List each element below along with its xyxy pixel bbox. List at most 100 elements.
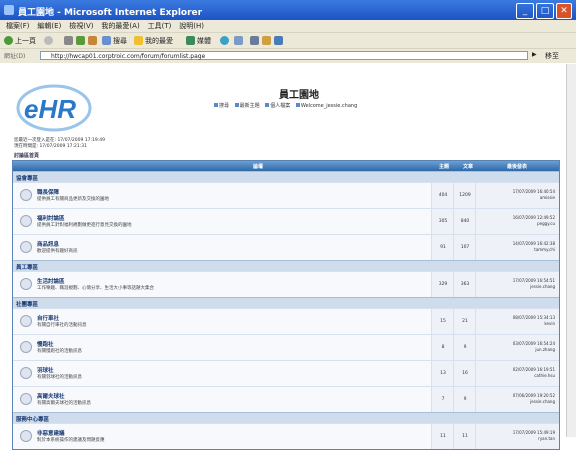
menu-file[interactable]: 檔案(F) (6, 20, 30, 32)
forum-description: 提供員工針對福利規劃做更進行意見交換的園地 (37, 223, 132, 228)
forum-row: 商品訊息 歡迎提供有趣好商訊 91 107 14/07/2009 16:42:38 tam… (13, 234, 559, 260)
folder-icon (20, 241, 32, 253)
folder-icon (20, 393, 32, 405)
header-forum: 論壇 (253, 164, 264, 170)
menu-tools[interactable]: 工具(T) (148, 20, 172, 32)
minimize-button[interactable]: _ (516, 3, 534, 19)
last-post-user[interactable]: jessie.chang (476, 399, 555, 405)
forum-name[interactable]: 慢跑社 (37, 340, 54, 348)
last-post: 07/06/2009 19:20:52 jessie.chang (475, 387, 559, 412)
forum-name[interactable]: 自行車社 (37, 314, 59, 322)
last-post-user[interactable]: tammy.chi (476, 247, 555, 253)
forum-name[interactable]: 福利討論區 (37, 214, 65, 222)
menu-edit[interactable]: 編輯(E) (37, 20, 61, 32)
address-bar: 網址(D) http://hwcap01.corptroic.com/forum… (0, 48, 576, 63)
forum-row: 生活討論區 工作樂趣、職涯規劃、心情分享、生活大小事等話題大集合 329 363 17/… (13, 271, 559, 297)
go-icon[interactable]: ▶ (532, 51, 537, 58)
messenger-icon[interactable] (274, 36, 283, 45)
forum-row: 非惡意建議 對於本系統操作的建議及問題反應 11 11 17/07/2009 15:49… (13, 423, 559, 449)
topic-count: 91 (431, 235, 454, 260)
vertical-scrollbar[interactable] (566, 64, 576, 437)
last-post-user[interactable]: jun.zhang (476, 347, 555, 353)
media-button[interactable]: 媒體 (197, 36, 211, 46)
back-icon[interactable] (4, 36, 13, 45)
toolbar: 上一頁 搜尋 我的最愛 媒體 (0, 32, 576, 49)
nav-search[interactable]: 搜尋 (214, 103, 229, 109)
history-icon[interactable] (220, 36, 229, 45)
topic-count: 329 (431, 272, 454, 297)
last-post-user[interactable]: amissie (476, 195, 555, 201)
category-name[interactable]: 社團專區 (16, 300, 38, 308)
last-post-user[interactable]: peggy.cu (476, 221, 555, 227)
category-row: 服務中心專區 (13, 412, 559, 423)
forum-name[interactable]: 羽球社 (37, 366, 54, 374)
table-header: 論壇 主題 文章 最後發表 (13, 161, 559, 171)
ehr-logo: eHR (16, 84, 92, 132)
search-icon[interactable] (102, 36, 111, 45)
forum-description: 有關慢跑社的活動訊息 (37, 349, 82, 354)
nav-latest[interactable]: 最新主題 (234, 103, 260, 109)
site-nav: 搜尋 最新主題 個人檔案 Welcome_jessie.chang (214, 102, 554, 109)
header-posts: 文章 (463, 164, 474, 170)
folder-icon (20, 341, 32, 353)
last-post: 03/07/2009 16:54:24 jun.zhang (475, 335, 559, 360)
back-button[interactable]: 上一頁 (15, 36, 36, 46)
address-input[interactable]: http://hwcap01.corptroic.com/forum/forum… (40, 51, 528, 60)
forum-row: 高爾夫球社 有關高爾夫球社的活動訊息 7 9 07/06/2009 19:20:52 je… (13, 386, 559, 412)
forum-description: 有關羽球社的活動訊息 (37, 375, 82, 380)
search-button[interactable]: 搜尋 (113, 36, 127, 46)
folder-icon (20, 189, 32, 201)
edit-icon[interactable] (262, 36, 271, 45)
forward-icon[interactable] (44, 36, 53, 45)
last-post-user[interactable]: kevin (476, 321, 555, 327)
close-button[interactable]: ✕ (556, 3, 572, 19)
page-viewport: eHR 員工園地 搜尋 最新主題 個人檔案 Welcome_jessie.cha… (4, 64, 564, 450)
menu-view[interactable]: 檢視(V) (69, 20, 93, 32)
folder-icon (20, 367, 32, 379)
address-label: 網址(D) (4, 53, 26, 60)
forum-home-link[interactable]: 討論區首頁 (14, 152, 39, 159)
last-post: 17/07/2009 16:54:51 jessie.chang (475, 272, 559, 297)
category-row: 社團專區 (13, 297, 559, 308)
nav-profile[interactable]: 個人檔案 (265, 103, 290, 109)
last-post-user[interactable]: jessie.chang (476, 284, 555, 290)
folder-icon (20, 278, 32, 290)
mail-icon[interactable] (234, 36, 243, 45)
nav-user[interactable]: Welcome_jessie.chang (295, 103, 357, 109)
go-button[interactable]: 移至 (545, 51, 559, 61)
window-title: 員工園地 - Microsoft Internet Explorer (18, 8, 203, 18)
post-count: 363 (453, 272, 476, 297)
topic-count: 7 (431, 387, 454, 412)
category-row: 協會專區 (13, 171, 559, 182)
forum-name[interactable]: 非惡意建議 (37, 429, 65, 437)
forum-name[interactable]: 生活討論區 (37, 277, 65, 285)
visit-info: 您最近一次登入是在: 17/07/2009 17:19:49 現在時間是: 17… (14, 138, 105, 150)
header-last-post: 最後發表 (507, 164, 528, 170)
category-name[interactable]: 協會專區 (16, 174, 38, 182)
site-title: 員工園地 (279, 90, 319, 101)
last-post-user[interactable]: cathie.hsu (476, 373, 555, 379)
forum-row: 福利討論區 提供員工針對福利規劃做更進行意見交換的園地 305 840 16/07/20… (13, 208, 559, 234)
post-count: 9 (453, 335, 476, 360)
menu-help[interactable]: 說明(H) (179, 20, 204, 32)
forum-name[interactable]: 高爾夫球社 (37, 392, 65, 400)
topic-count: 305 (431, 209, 454, 234)
favorites-icon[interactable] (134, 36, 143, 45)
stop-icon[interactable] (64, 36, 73, 45)
last-post: 14/07/2009 16:42:38 tammy.chi (475, 235, 559, 260)
forum-name[interactable]: 商品訊息 (37, 240, 59, 248)
media-icon[interactable] (186, 36, 195, 45)
post-count: 840 (453, 209, 476, 234)
maximize-button[interactable]: □ (536, 3, 554, 19)
menu-favorites[interactable]: 我的最愛(A) (101, 20, 139, 32)
print-icon[interactable] (250, 36, 259, 45)
forum-table: 論壇 主題 文章 最後發表 協會專區 職長保障 提供員工有關商品更新及交換的園地 40… (12, 160, 560, 450)
category-name[interactable]: 服務中心專區 (16, 415, 49, 423)
favorites-button[interactable]: 我的最愛 (145, 36, 173, 46)
forum-description: 歡迎提供有趣好商訊 (37, 249, 78, 254)
forum-name[interactable]: 職長保障 (37, 188, 59, 196)
home-icon[interactable] (88, 36, 97, 45)
category-name[interactable]: 員工專區 (16, 263, 38, 271)
topic-count: 8 (431, 335, 454, 360)
refresh-icon[interactable] (76, 36, 85, 45)
